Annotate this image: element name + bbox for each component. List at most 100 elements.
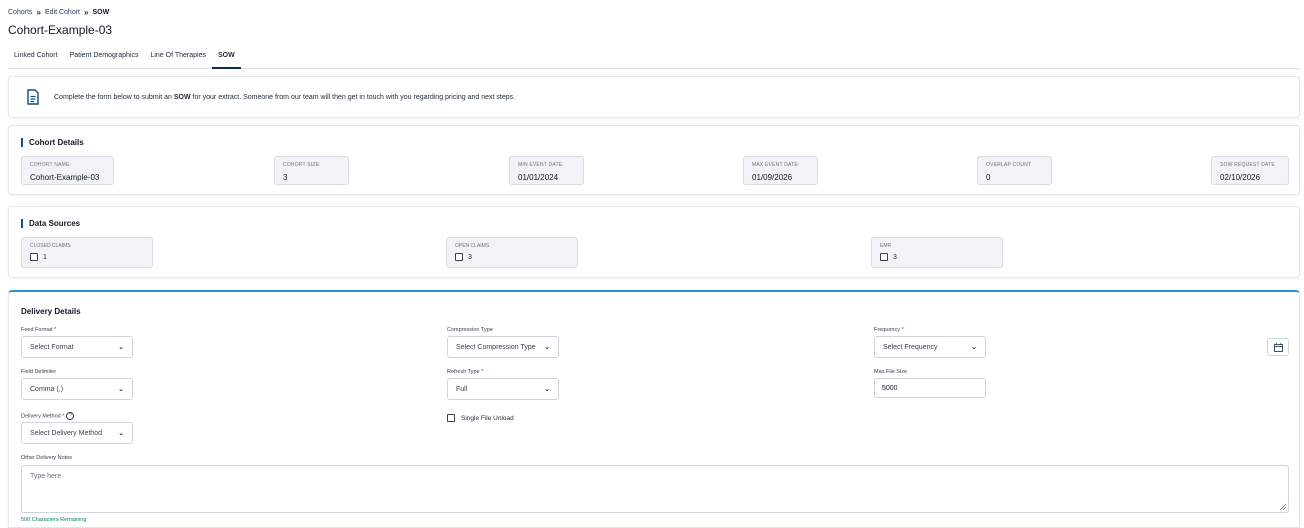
field-value: Cohort-Example-03 [30, 173, 100, 182]
field-delimiter-label: Field Delimiter [21, 369, 57, 375]
tab-line-of-therapies[interactable]: Line Of Therapies [144, 47, 212, 69]
label-text: Frequency [874, 327, 900, 333]
select-value: Select Compression Type [456, 343, 536, 351]
chevron-down-icon: ⌄ [544, 344, 550, 351]
field-delimiter-select[interactable]: Comma (,) ⌄ [21, 378, 133, 400]
refresh-type-select[interactable]: Full ⌄ [447, 378, 559, 400]
label-text: Feed Format [21, 327, 53, 333]
info-suffix: for your extract. Someone from our team … [190, 93, 516, 101]
other-delivery-notes-label: Other Delivery Notes [21, 455, 73, 461]
data-sources-card: Data Sources Closed Claims 1 Open Claims… [8, 206, 1300, 278]
field-value: 0 [986, 173, 991, 182]
source-label: Open Claims [455, 243, 490, 249]
required-marker: * [901, 327, 904, 333]
source-count: 3 [468, 253, 472, 261]
info-message: Complete the form below to submit an SOW… [54, 94, 515, 101]
source-label: EMR [880, 243, 892, 249]
feed-format-label: Feed Format * [21, 327, 56, 333]
chevron-down-icon: ⌄ [971, 344, 977, 351]
tab-sow[interactable]: SOW [211, 47, 241, 69]
required-marker: * [481, 369, 484, 375]
field-value: 3 [283, 173, 288, 182]
breadcrumb-cohorts[interactable]: Cohorts [8, 9, 33, 16]
field-label: SOW Request Date [1220, 162, 1275, 168]
single-file-unload-checkbox[interactable] [447, 414, 455, 422]
overlap-count-field: Overlap Count 0 [977, 156, 1052, 185]
sow-request-date-field: SOW Request Date 02/10/2026 [1211, 156, 1289, 185]
select-value: Select Delivery Method [30, 429, 102, 437]
emr-checkbox[interactable] [880, 253, 888, 261]
calendar-icon [1273, 342, 1283, 352]
field-label: Min Event Date: [518, 162, 564, 168]
breadcrumb-edit-cohort[interactable]: Edit Cohort [45, 9, 80, 16]
field-value: 02/10/2026 [1220, 173, 1261, 182]
breadcrumb-current: SOW [92, 9, 110, 16]
field-label: Overlap Count [986, 162, 1032, 168]
cohort-details-card: Cohort Details Cohort Name: Cohort-Examp… [8, 125, 1300, 195]
tab-linked-cohort[interactable]: Linked Cohort [8, 47, 64, 69]
source-count: 1 [43, 253, 47, 261]
max-file-size-input[interactable]: 5000 [874, 378, 986, 398]
closed-claims-checkbox[interactable] [30, 253, 38, 261]
single-file-unload-label: Single File Unload [461, 414, 514, 422]
source-count: 3 [893, 253, 897, 261]
page-title: Cohort-Example-03 [8, 23, 113, 37]
field-value: 01/09/2026 [752, 173, 793, 182]
chevron-down-icon: ⌄ [118, 430, 124, 437]
info-prefix: Complete the form below to submit an [54, 93, 174, 101]
sow-page: Cohorts » Edit Cohort » SOW Cohort-Examp… [0, 0, 1304, 528]
source-label: Closed Claims [30, 243, 71, 249]
select-value: Full [456, 385, 468, 393]
characters-remaining: 500 Characters Remaining [21, 517, 87, 523]
delivery-notes-textarea[interactable]: Type here [21, 465, 1289, 513]
help-icon[interactable]: ? [66, 412, 75, 420]
document-icon [27, 89, 39, 105]
emr-source: EMR 3 [871, 237, 1003, 268]
closed-claims-source: Closed Claims 1 [21, 237, 153, 268]
required-marker: * [54, 327, 57, 333]
info-highlight: SOW [173, 93, 191, 101]
max-file-size-label: Max File Size [874, 369, 908, 375]
tab-patient-demographics[interactable]: Patient Demographics [64, 47, 145, 69]
chevron-down-icon: ⌄ [544, 386, 550, 393]
feed-format-select[interactable]: Select Format ⌄ [21, 336, 133, 358]
chevron-down-icon: ⌄ [118, 386, 124, 393]
data-sources-title: Data Sources [21, 219, 80, 228]
breadcrumb: Cohorts » Edit Cohort » SOW [8, 8, 109, 17]
delivery-method-select[interactable]: Select Delivery Method ⌄ [21, 422, 133, 444]
select-value: Select Format [30, 343, 74, 351]
compression-type-label: Compression Type [447, 327, 493, 333]
open-claims-source: Open Claims 3 [446, 237, 578, 268]
max-event-date-field: Max Event Date: 01/09/2026 [743, 156, 818, 185]
field-value: 01/01/2024 [518, 173, 559, 182]
refresh-type-label: Refresh Type * [447, 369, 483, 375]
label-text: Refresh Type [447, 369, 480, 375]
cohort-name-field: Cohort Name: Cohort-Example-03 [21, 156, 114, 185]
cohort-size-field: Cohort Size: 3 [274, 156, 349, 185]
delivery-method-label: Delivery Method *? [21, 412, 75, 420]
min-event-date-field: Min Event Date: 01/01/2024 [509, 156, 584, 185]
frequency-select[interactable]: Select Frequency ⌄ [874, 336, 986, 358]
select-value: Select Frequency [883, 343, 938, 351]
calendar-button[interactable] [1267, 338, 1289, 356]
tab-bar: Linked Cohort Patient Demographics Line … [8, 47, 1300, 69]
resize-handle-icon[interactable] [1280, 504, 1286, 510]
open-claims-checkbox[interactable] [455, 253, 463, 261]
textarea-placeholder: Type here [30, 473, 62, 480]
delivery-details-title: Delivery Details [21, 307, 81, 316]
field-label: Cohort Name: [30, 162, 72, 168]
breadcrumb-separator: » [36, 8, 41, 17]
label-text: Delivery Method [21, 413, 61, 420]
delivery-details-card: Delivery Details Feed Format * Select Fo… [8, 290, 1300, 528]
field-label: Cohort Size: [283, 162, 321, 168]
single-file-unload-option[interactable]: Single File Unload [447, 414, 514, 422]
breadcrumb-separator: » [84, 8, 89, 17]
required-marker: * [62, 413, 65, 420]
info-banner: Complete the form below to submit an SOW… [8, 76, 1300, 118]
compression-type-select[interactable]: Select Compression Type ⌄ [447, 336, 559, 358]
field-label: Max Event Date: [752, 162, 800, 168]
chevron-down-icon: ⌄ [118, 344, 124, 351]
frequency-label: Frequency * [874, 327, 904, 333]
select-value: Comma (,) [30, 385, 64, 393]
cohort-details-title: Cohort Details [21, 138, 84, 147]
